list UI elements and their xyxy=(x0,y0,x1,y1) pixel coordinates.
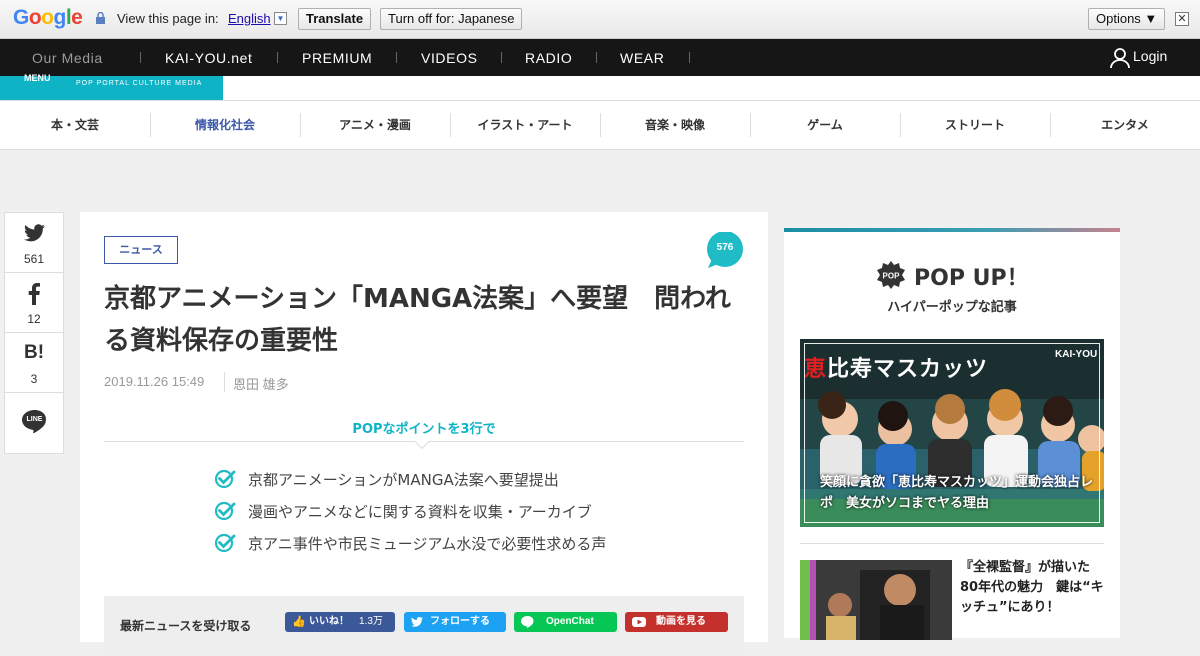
twitter-count: 561 xyxy=(23,252,45,266)
lock-icon xyxy=(96,12,105,24)
line-icon xyxy=(521,616,534,628)
logo-letter: o xyxy=(41,6,54,29)
point-text: 漫画やアニメなどに関する資料を収集・アーカイブ xyxy=(248,503,592,521)
sidebar-pop-up: POP POP UP！ ハイパーポップな記事 恵比寿マスカッツ KAI-YOU … xyxy=(784,228,1120,640)
media-link-premium[interactable]: PREMIUM xyxy=(302,50,372,66)
hatena-count: 3 xyxy=(30,372,38,386)
site-header: MENU POP PORTAL CULTURE MEDIA xyxy=(0,73,1200,101)
facebook-like-button[interactable]: 👍 いいね！ 1.3万 xyxy=(285,612,395,632)
menu-label: MENU xyxy=(24,73,51,83)
twitter-icon xyxy=(411,617,423,627)
twitter-follow-button[interactable]: フォローする xyxy=(404,612,506,632)
pop-badge-label: POP xyxy=(883,272,901,281)
turn-off-button[interactable]: Turn off for: Japanese xyxy=(380,8,523,30)
facebook-like-count: 1.3万 xyxy=(359,616,383,627)
article: ニュース 576 京都アニメーション「MANGA法案」へ要望 問われる資料保存の… xyxy=(80,212,768,656)
youtube-icon xyxy=(632,617,646,627)
author-link[interactable]: 恩田 雄多 xyxy=(233,374,289,393)
logo-letter: g xyxy=(53,6,67,29)
divider xyxy=(800,543,1104,544)
speech-bubble-icon xyxy=(707,232,743,268)
category-illust-art[interactable]: イラスト・アート xyxy=(450,101,600,149)
options-button[interactable]: Options ▼ xyxy=(1088,8,1166,30)
category-nav: 本・文芸 情報化社会 アニメ・漫画 イラスト・アート 音楽・映像 ゲーム ストリ… xyxy=(0,101,1200,150)
category-tag[interactable]: ニュース xyxy=(104,236,178,264)
notch xyxy=(414,434,430,450)
line-share-button[interactable]: LINE xyxy=(5,393,63,453)
media-link-kai-you[interactable]: KAI-YOU.net xyxy=(165,50,253,66)
login-label: Login xyxy=(1133,48,1168,64)
featured-caption: 笑顔に貪欲「恵比寿マスカッツ」運動会独占レポ 美女がソコまでヤる理由 xyxy=(820,475,1094,511)
category-anime-manga[interactable]: アニメ・漫画 xyxy=(300,101,450,149)
category-information-society[interactable]: 情報化社会 xyxy=(150,101,300,149)
pop-up-title: POP UP！ xyxy=(914,266,1029,291)
menu-button[interactable]: MENU POP PORTAL CULTURE MEDIA xyxy=(0,73,223,100)
category-game[interactable]: ゲーム xyxy=(750,101,900,149)
separator xyxy=(277,52,278,63)
translate-prompt: View this page in: xyxy=(117,11,219,26)
separator xyxy=(396,52,397,63)
media-link-videos[interactable]: VIDEOS xyxy=(421,50,478,66)
user-icon xyxy=(1110,48,1130,69)
twitter-follow-label: フォローする xyxy=(430,616,490,627)
category-books[interactable]: 本・文芸 xyxy=(0,101,150,149)
thumbs-up-icon: 👍 xyxy=(292,616,306,628)
facebook-icon xyxy=(28,283,40,305)
translate-button[interactable]: Translate xyxy=(298,8,372,30)
youtube-label: 動画を見る xyxy=(656,616,706,627)
twitter-icon xyxy=(24,224,45,242)
subscribe-box: 最新ニュースを受け取る 👍 いいね！ 1.3万 フォローする OpenChat … xyxy=(104,596,744,656)
pop-points-heading: POPなポイントを3行で xyxy=(352,422,496,437)
media-link-radio[interactable]: RADIO xyxy=(525,50,572,66)
category-entertainment[interactable]: エンタメ xyxy=(1050,101,1200,149)
pop-up-subtitle: ハイパーポップな記事 xyxy=(887,300,1017,315)
facebook-count: 12 xyxy=(27,312,41,326)
twitter-share-button[interactable]: 561 xyxy=(5,213,63,273)
media-bar: Our Media KAI-YOU.net PREMIUM VIDEOS RAD… xyxy=(0,39,1200,76)
point-text: 京都アニメーションがMANGA法案へ要望提出 xyxy=(248,471,559,489)
point-text: 京アニ事件や市民ミュージアム水没で必要性求める声 xyxy=(248,535,607,553)
logo-letter: e xyxy=(71,6,83,29)
media-link-wear[interactable]: WEAR xyxy=(620,50,664,66)
comment-count: 576 xyxy=(716,242,734,253)
separator xyxy=(501,52,502,63)
check-circle-icon xyxy=(214,469,236,489)
category-street[interactable]: ストリート xyxy=(900,101,1050,149)
our-media-label: Our Media xyxy=(32,50,103,66)
facebook-like-label: いいね！ xyxy=(309,616,349,627)
google-logo: Google xyxy=(13,6,83,30)
hatena-icon: B! xyxy=(23,342,45,363)
sidebar-accent-bar xyxy=(784,228,1120,232)
check-circle-icon xyxy=(214,501,236,521)
line-openchat-button[interactable]: OpenChat xyxy=(514,612,617,632)
subscribe-label: 最新ニュースを受け取る xyxy=(120,619,252,633)
logo-letter: G xyxy=(13,6,29,29)
second-article-title[interactable]: 『全裸監督』が描いた80年代の魅力 鍵は“キッチュ”にあり！ xyxy=(960,558,1104,618)
featured-article[interactable]: 恵比寿マスカッツ KAI-YOU 笑顔に貪欲「恵比寿マスカッツ」運動会独占レポ … xyxy=(800,339,1104,527)
separator xyxy=(596,52,597,63)
separator xyxy=(689,52,690,63)
second-article-photo xyxy=(800,560,952,640)
share-column: 561 12 B! 3 LINE xyxy=(4,212,64,454)
language-dropdown-icon[interactable]: ▼ xyxy=(274,12,287,25)
logo-letter: o xyxy=(28,6,42,29)
article-title: 京都アニメーション「MANGA法案」へ要望 問われる資料保存の重要性 xyxy=(104,284,731,356)
category-music-video[interactable]: 音楽・映像 xyxy=(600,101,750,149)
tagline: POP PORTAL CULTURE MEDIA xyxy=(76,80,203,87)
facebook-share-button[interactable]: 12 xyxy=(5,273,63,333)
comment-count-badge[interactable]: 576 xyxy=(706,232,744,270)
publish-date: 2019.11.26 15:49 xyxy=(104,374,205,389)
separator xyxy=(140,52,141,63)
line-openchat-label: OpenChat xyxy=(546,616,594,627)
close-icon[interactable]: ✕ xyxy=(1175,12,1189,26)
second-article-thumbnail[interactable] xyxy=(800,560,952,640)
hatena-share-button[interactable]: B! 3 xyxy=(5,333,63,393)
translate-bar: Google View this page in: English ▼ Tran… xyxy=(0,0,1200,39)
check-circle-icon xyxy=(214,533,236,553)
youtube-button[interactable]: 動画を見る xyxy=(625,612,728,632)
language-link[interactable]: English xyxy=(228,11,271,26)
divider xyxy=(224,372,225,392)
pop-badge-icon: POP xyxy=(877,261,905,289)
line-label: LINE xyxy=(26,416,43,423)
